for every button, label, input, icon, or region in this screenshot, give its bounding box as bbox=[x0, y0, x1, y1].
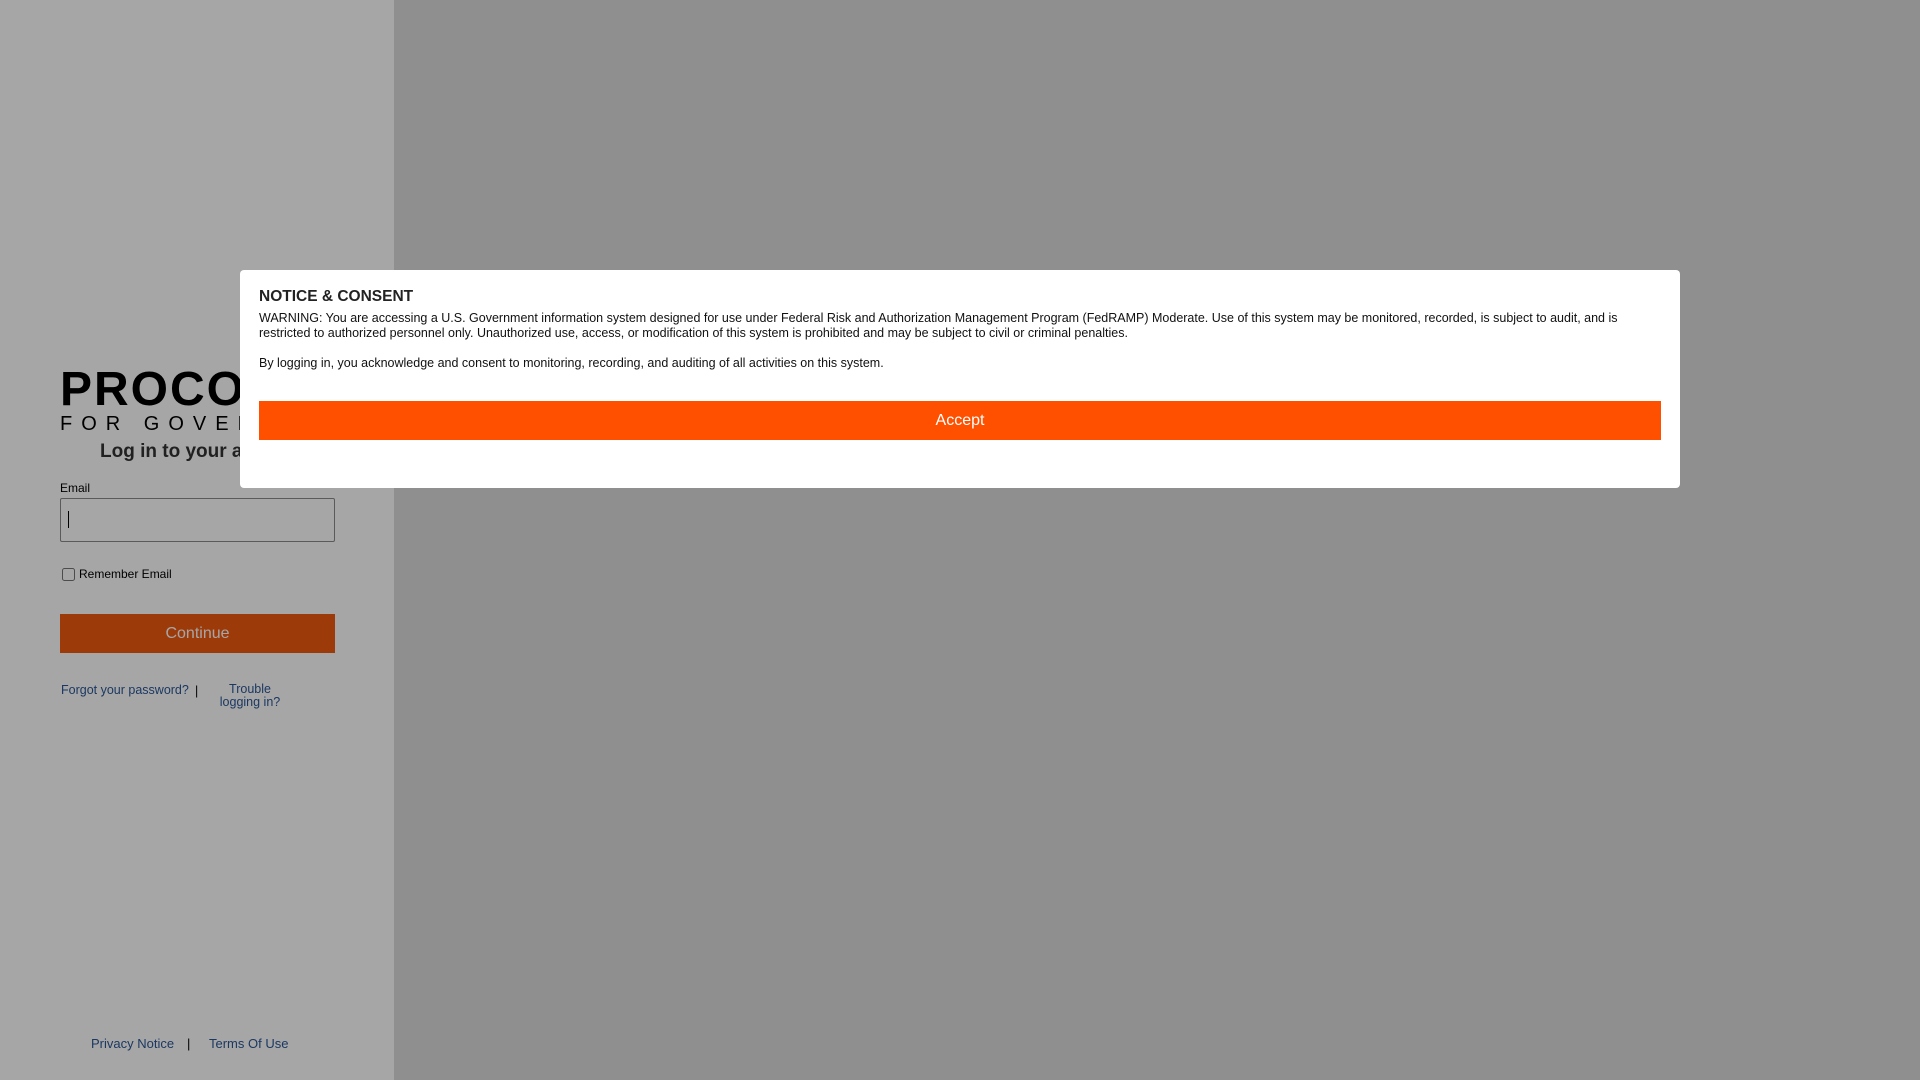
accept-button[interactable]: Accept bbox=[259, 401, 1661, 440]
warning-text: WARNING: You are accessing a U.S. Govern… bbox=[259, 311, 1618, 340]
dialog-title: NOTICE & CONSENT bbox=[259, 288, 414, 305]
notice-consent-dialog: NOTICE & CONSENT WARNING: You are access… bbox=[240, 270, 1680, 488]
consent-text: By logging in, you acknowledge and conse… bbox=[259, 356, 884, 370]
modal-backdrop bbox=[0, 0, 1920, 1080]
